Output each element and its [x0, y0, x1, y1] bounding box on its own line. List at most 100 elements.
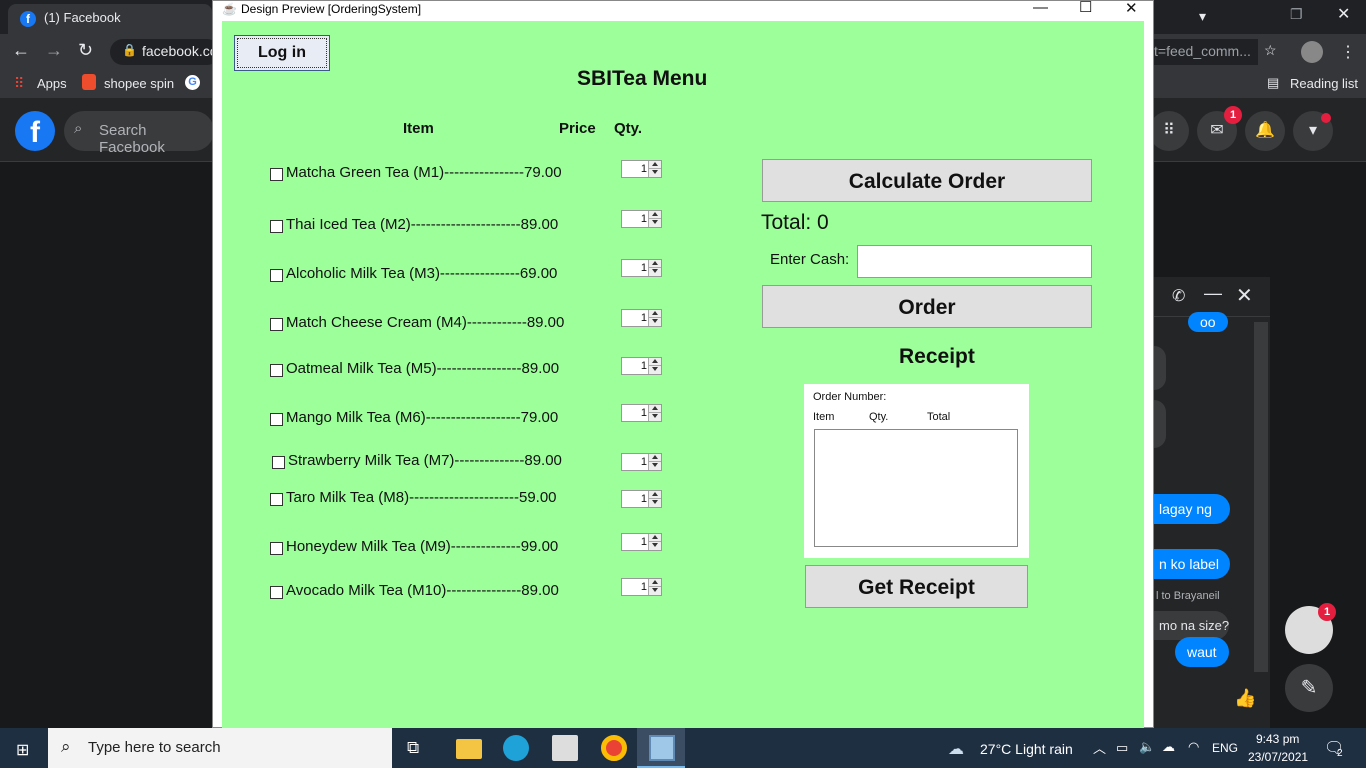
login-button[interactable]: Log in: [234, 35, 330, 71]
volume-icon[interactable]: 🔈: [1139, 739, 1155, 755]
taskbar-search[interactable]: ⌕ Type here to search: [48, 728, 392, 768]
spinner-arrows-icon[interactable]: [648, 534, 661, 550]
item-checkbox[interactable]: [270, 413, 283, 426]
quantity-spinner[interactable]: 1: [621, 210, 662, 228]
reload-icon[interactable]: ↻: [78, 40, 93, 61]
receipt-textarea[interactable]: [814, 429, 1018, 547]
menu-item-label: Strawberry Milk Tea (M7)--------------89…: [288, 452, 562, 469]
calculate-order-button[interactable]: Calculate Order: [762, 159, 1092, 202]
quantity-spinner[interactable]: 1: [621, 309, 662, 327]
spinner-arrows-icon[interactable]: [648, 211, 661, 227]
bookmark-apps[interactable]: Apps: [37, 76, 67, 91]
address-bar-right[interactable]: t=feed_comm... ☆: [1154, 39, 1277, 65]
star-icon[interactable]: ☆: [1264, 42, 1277, 59]
clock-time[interactable]: 9:43 pm: [1256, 732, 1299, 746]
notifications-icon[interactable]: 🔔: [1245, 111, 1285, 151]
window-close-icon[interactable]: ✕: [1337, 4, 1350, 24]
language-indicator[interactable]: ENG: [1212, 741, 1238, 755]
quantity-spinner[interactable]: 1: [621, 533, 662, 551]
spinner-arrows-icon[interactable]: [648, 310, 661, 326]
task-view-icon[interactable]: ⧉: [407, 738, 419, 758]
quantity-spinner[interactable]: 1: [621, 160, 662, 178]
close-chat-icon[interactable]: ✕: [1236, 283, 1253, 308]
bookmark-shopee[interactable]: shopee spin: [104, 76, 174, 91]
close-icon[interactable]: ✕: [1125, 0, 1138, 17]
quantity-spinner[interactable]: 1: [621, 259, 662, 277]
address-bar[interactable]: 🔒 facebook.co: [110, 39, 220, 65]
quantity-spinner[interactable]: 1: [621, 578, 662, 596]
quantity-value: 1: [640, 262, 647, 274]
phone-icon[interactable]: ✆: [1172, 286, 1185, 306]
order-button[interactable]: Order: [762, 285, 1092, 328]
clock-date[interactable]: 23/07/2021: [1248, 750, 1308, 764]
google-icon[interactable]: G: [185, 75, 200, 90]
get-receipt-label: Get Receipt: [858, 576, 975, 599]
reading-list-icon: ▤: [1267, 75, 1280, 90]
receipt-col-total: Total: [927, 411, 951, 423]
battery-icon[interactable]: ▭: [1116, 740, 1128, 756]
chat-grey-block: [1154, 346, 1166, 390]
receipt-col-qty: Qty.: [869, 411, 889, 423]
like-icon[interactable]: 👍: [1234, 688, 1256, 709]
tray-chevron-icon[interactable]: ︿: [1093, 738, 1106, 757]
item-checkbox[interactable]: [272, 456, 285, 469]
minimize-icon[interactable]: —: [1033, 0, 1048, 16]
item-checkbox[interactable]: [270, 586, 283, 599]
maximize-icon[interactable]: ☐: [1079, 0, 1092, 16]
onedrive-icon[interactable]: ☁: [1162, 739, 1175, 755]
facebook-search[interactable]: ⌕ Search Facebook: [64, 111, 214, 156]
notification-count: 2: [1337, 748, 1343, 759]
item-checkbox[interactable]: [270, 542, 283, 555]
quantity-spinner[interactable]: 1: [621, 490, 662, 508]
quantity-value: 1: [640, 536, 647, 548]
windows-start-icon[interactable]: ⊞: [16, 740, 29, 760]
store-icon[interactable]: [552, 735, 578, 761]
edge-icon[interactable]: [503, 735, 529, 761]
receipt-col-item: Item: [813, 411, 835, 423]
quantity-spinner[interactable]: 1: [621, 404, 662, 422]
file-explorer-icon[interactable]: [456, 739, 482, 759]
weather-icon[interactable]: ☁: [948, 739, 964, 759]
chat-bubble: waut: [1175, 637, 1229, 667]
forward-icon[interactable]: →: [45, 40, 63, 61]
quantity-value: 1: [640, 581, 647, 593]
menu-item-label: Honeydew Milk Tea (M9)--------------99.0…: [286, 538, 559, 555]
back-icon[interactable]: ←: [12, 40, 30, 61]
chrome-profile-icon[interactable]: ▾: [1199, 8, 1206, 25]
minimize-chat-icon[interactable]: —: [1204, 283, 1222, 304]
browser-tab-facebook[interactable]: f (1) Facebook: [8, 4, 212, 34]
window-restore-icon[interactable]: ❐: [1290, 6, 1303, 23]
item-checkbox[interactable]: [270, 168, 283, 181]
item-checkbox[interactable]: [270, 318, 283, 331]
spinner-arrows-icon[interactable]: [648, 405, 661, 421]
profile-avatar[interactable]: [1301, 41, 1323, 63]
chat-scrollbar[interactable]: [1254, 322, 1268, 672]
chrome-icon[interactable]: [601, 735, 627, 761]
menu-grid-icon[interactable]: ⠿: [1149, 111, 1189, 151]
spinner-arrows-icon[interactable]: [648, 579, 661, 595]
facebook-logo-icon[interactable]: f: [15, 111, 55, 151]
spinner-arrows-icon[interactable]: [648, 491, 661, 507]
spinner-arrows-icon[interactable]: [648, 454, 661, 470]
item-checkbox[interactable]: [270, 364, 283, 377]
spinner-arrows-icon[interactable]: [648, 260, 661, 276]
reply-to-text: l to Brayaneil: [1156, 590, 1220, 602]
cash-input[interactable]: [857, 245, 1092, 278]
wifi-icon[interactable]: ◠: [1188, 739, 1199, 755]
chat-bubble-top: oo: [1188, 312, 1228, 332]
item-checkbox[interactable]: [270, 220, 283, 233]
apps-grid-icon[interactable]: ⠿: [14, 75, 24, 92]
get-receipt-button[interactable]: Get Receipt: [805, 565, 1028, 608]
menu-icon[interactable]: ⋮: [1340, 42, 1356, 62]
quantity-spinner[interactable]: 1: [621, 357, 662, 375]
new-message-icon[interactable]: ✎: [1285, 664, 1333, 712]
quantity-spinner[interactable]: 1: [621, 453, 662, 471]
receipt-order-number: Order Number:: [813, 391, 887, 403]
weather-text[interactable]: 27°C Light rain: [980, 741, 1073, 757]
spinner-arrows-icon[interactable]: [648, 358, 661, 374]
item-checkbox[interactable]: [270, 269, 283, 282]
reading-list[interactable]: Reading list: [1290, 76, 1358, 91]
item-checkbox[interactable]: [270, 493, 283, 506]
spinner-arrows-icon[interactable]: [648, 161, 661, 177]
quantity-value: 1: [640, 360, 647, 372]
